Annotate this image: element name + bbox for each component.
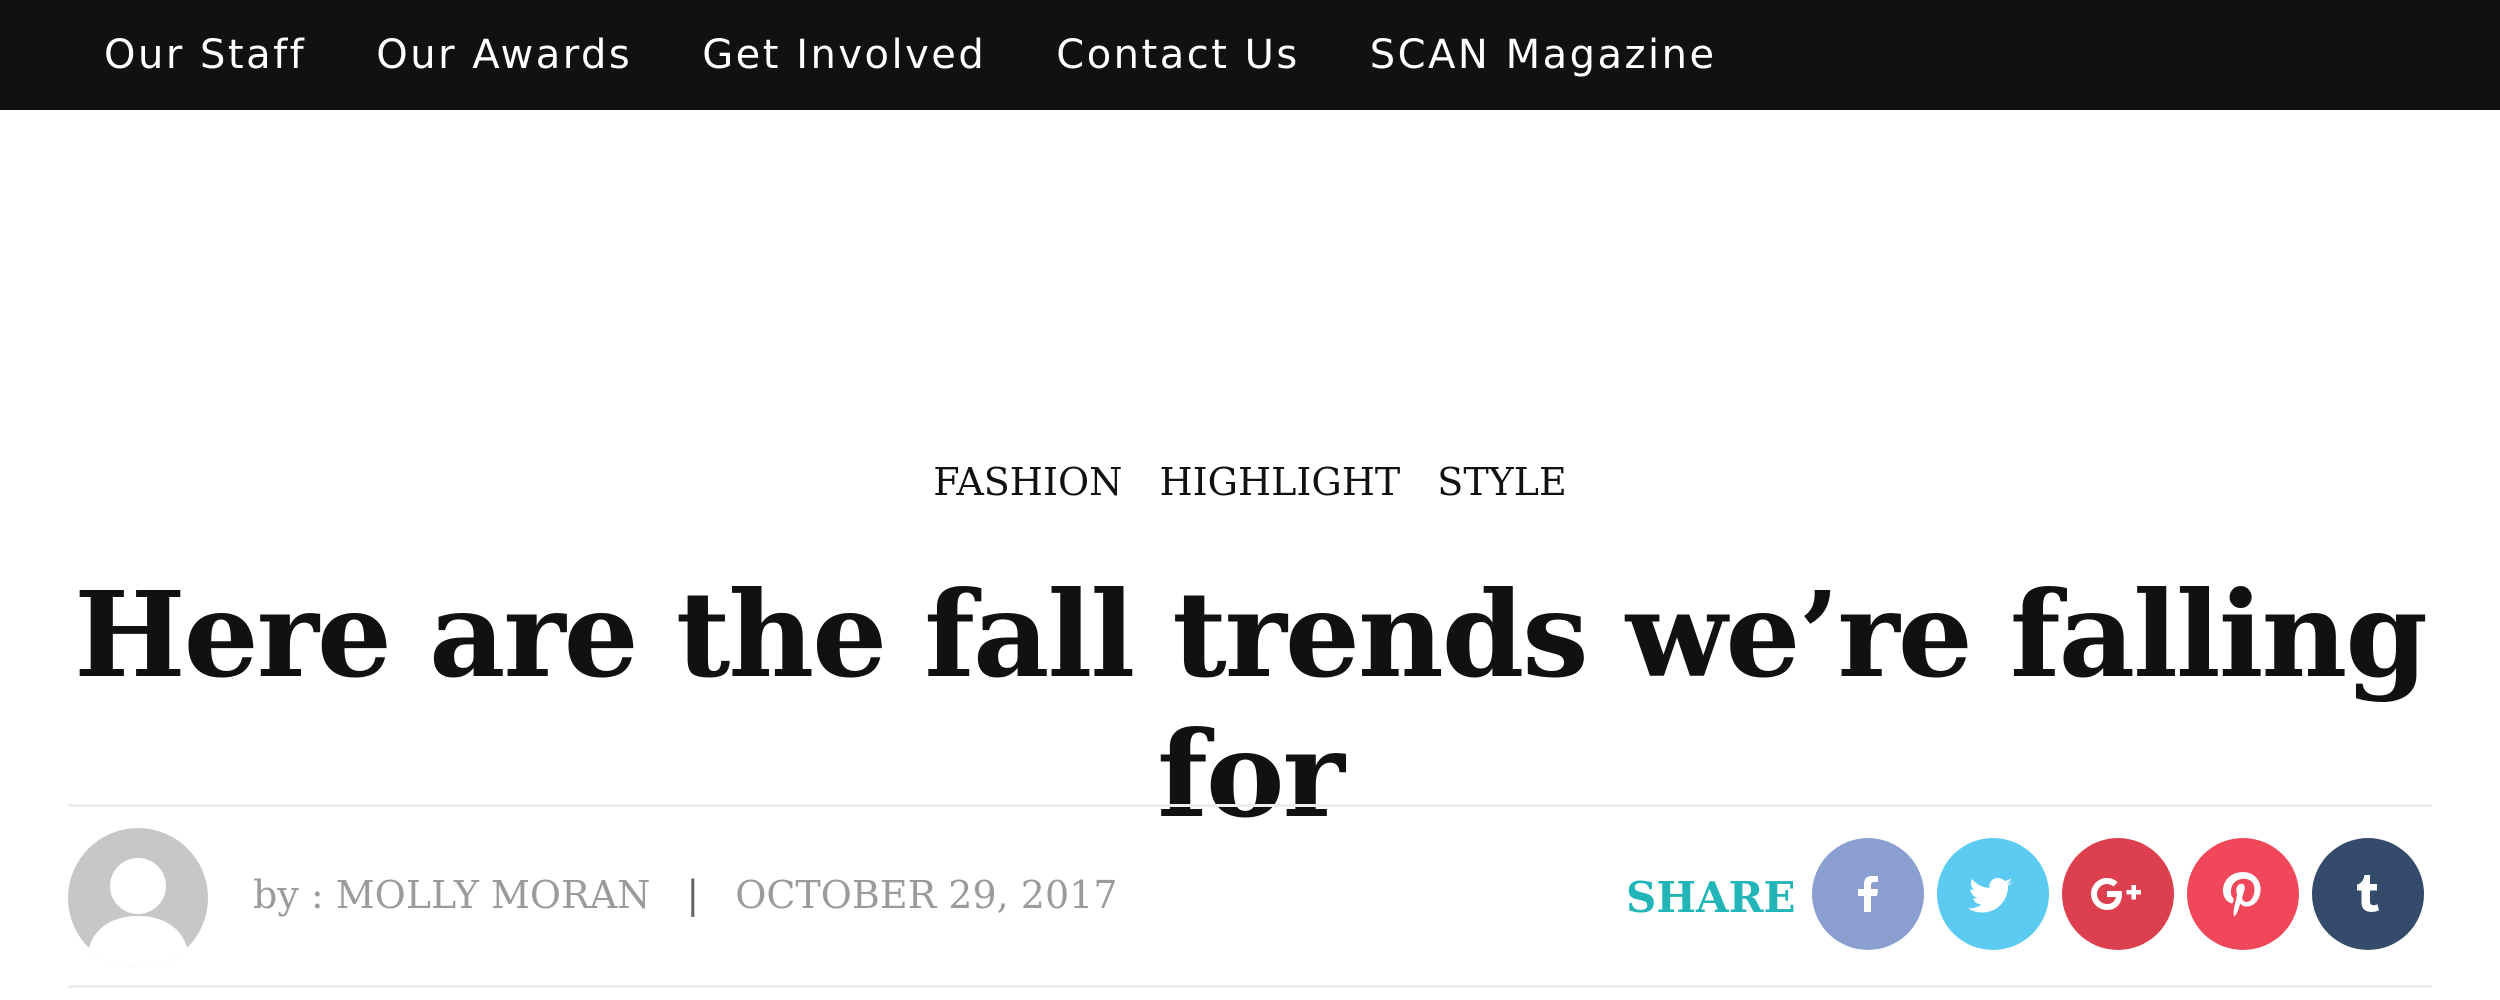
meta-separator: | xyxy=(686,873,700,917)
nav-link-our-staff[interactable]: Our Staff xyxy=(104,32,306,78)
article-meta: by : MOLLY MORAN | OCTOBER 29, 2017 xyxy=(253,870,1118,920)
pinterest-icon xyxy=(2223,872,2261,917)
nav-item-our-awards: Our Awards xyxy=(376,32,632,78)
share-facebook-button[interactable] xyxy=(1812,838,1924,950)
category-highlight[interactable]: HIGHLIGHT xyxy=(1159,460,1400,504)
publish-date: OCTOBER 29, 2017 xyxy=(735,873,1118,917)
category-style[interactable]: STYLE xyxy=(1437,460,1566,504)
divider-bottom xyxy=(68,985,2432,988)
share-pinterest-button[interactable] xyxy=(2187,838,2299,950)
tumblr-icon xyxy=(2357,875,2379,912)
nav-menu: Our Staff Our Awards Get Involved Contac… xyxy=(0,0,2500,110)
user-silhouette-icon xyxy=(86,858,190,968)
article-title: Here are the fall trends we’re falling f… xyxy=(74,565,2428,844)
facebook-icon xyxy=(1858,876,1878,912)
author-byline[interactable]: by : MOLLY MORAN xyxy=(253,873,650,917)
share-label: SHARE xyxy=(1626,873,1796,922)
nav-item-get-involved: Get Involved xyxy=(702,32,986,78)
twitter-icon xyxy=(1968,878,2013,913)
nav-link-scan-magazine[interactable]: SCAN Magazine xyxy=(1370,32,1717,78)
divider-top xyxy=(68,804,2432,807)
nav-item-scan-magazine: SCAN Magazine xyxy=(1370,32,1717,78)
category-fashion[interactable]: FASHION xyxy=(933,460,1122,504)
nav-item-our-staff: Our Staff xyxy=(104,32,306,78)
top-navigation: Our Staff Our Awards Get Involved Contac… xyxy=(0,0,2500,110)
share-tumblr-button[interactable] xyxy=(2312,838,2424,950)
share-google-plus-button[interactable] xyxy=(2062,838,2174,950)
author-avatar xyxy=(68,828,208,968)
nav-link-get-involved[interactable]: Get Involved xyxy=(702,32,986,78)
nav-link-contact-us[interactable]: Contact Us xyxy=(1056,32,1299,78)
article-categories: FASHION HIGHLIGHT STYLE xyxy=(0,460,2500,504)
nav-item-contact-us: Contact Us xyxy=(1056,32,1299,78)
nav-link-our-awards[interactable]: Our Awards xyxy=(376,32,632,78)
google-plus-icon xyxy=(2091,878,2141,910)
share-twitter-button[interactable] xyxy=(1937,838,2049,950)
